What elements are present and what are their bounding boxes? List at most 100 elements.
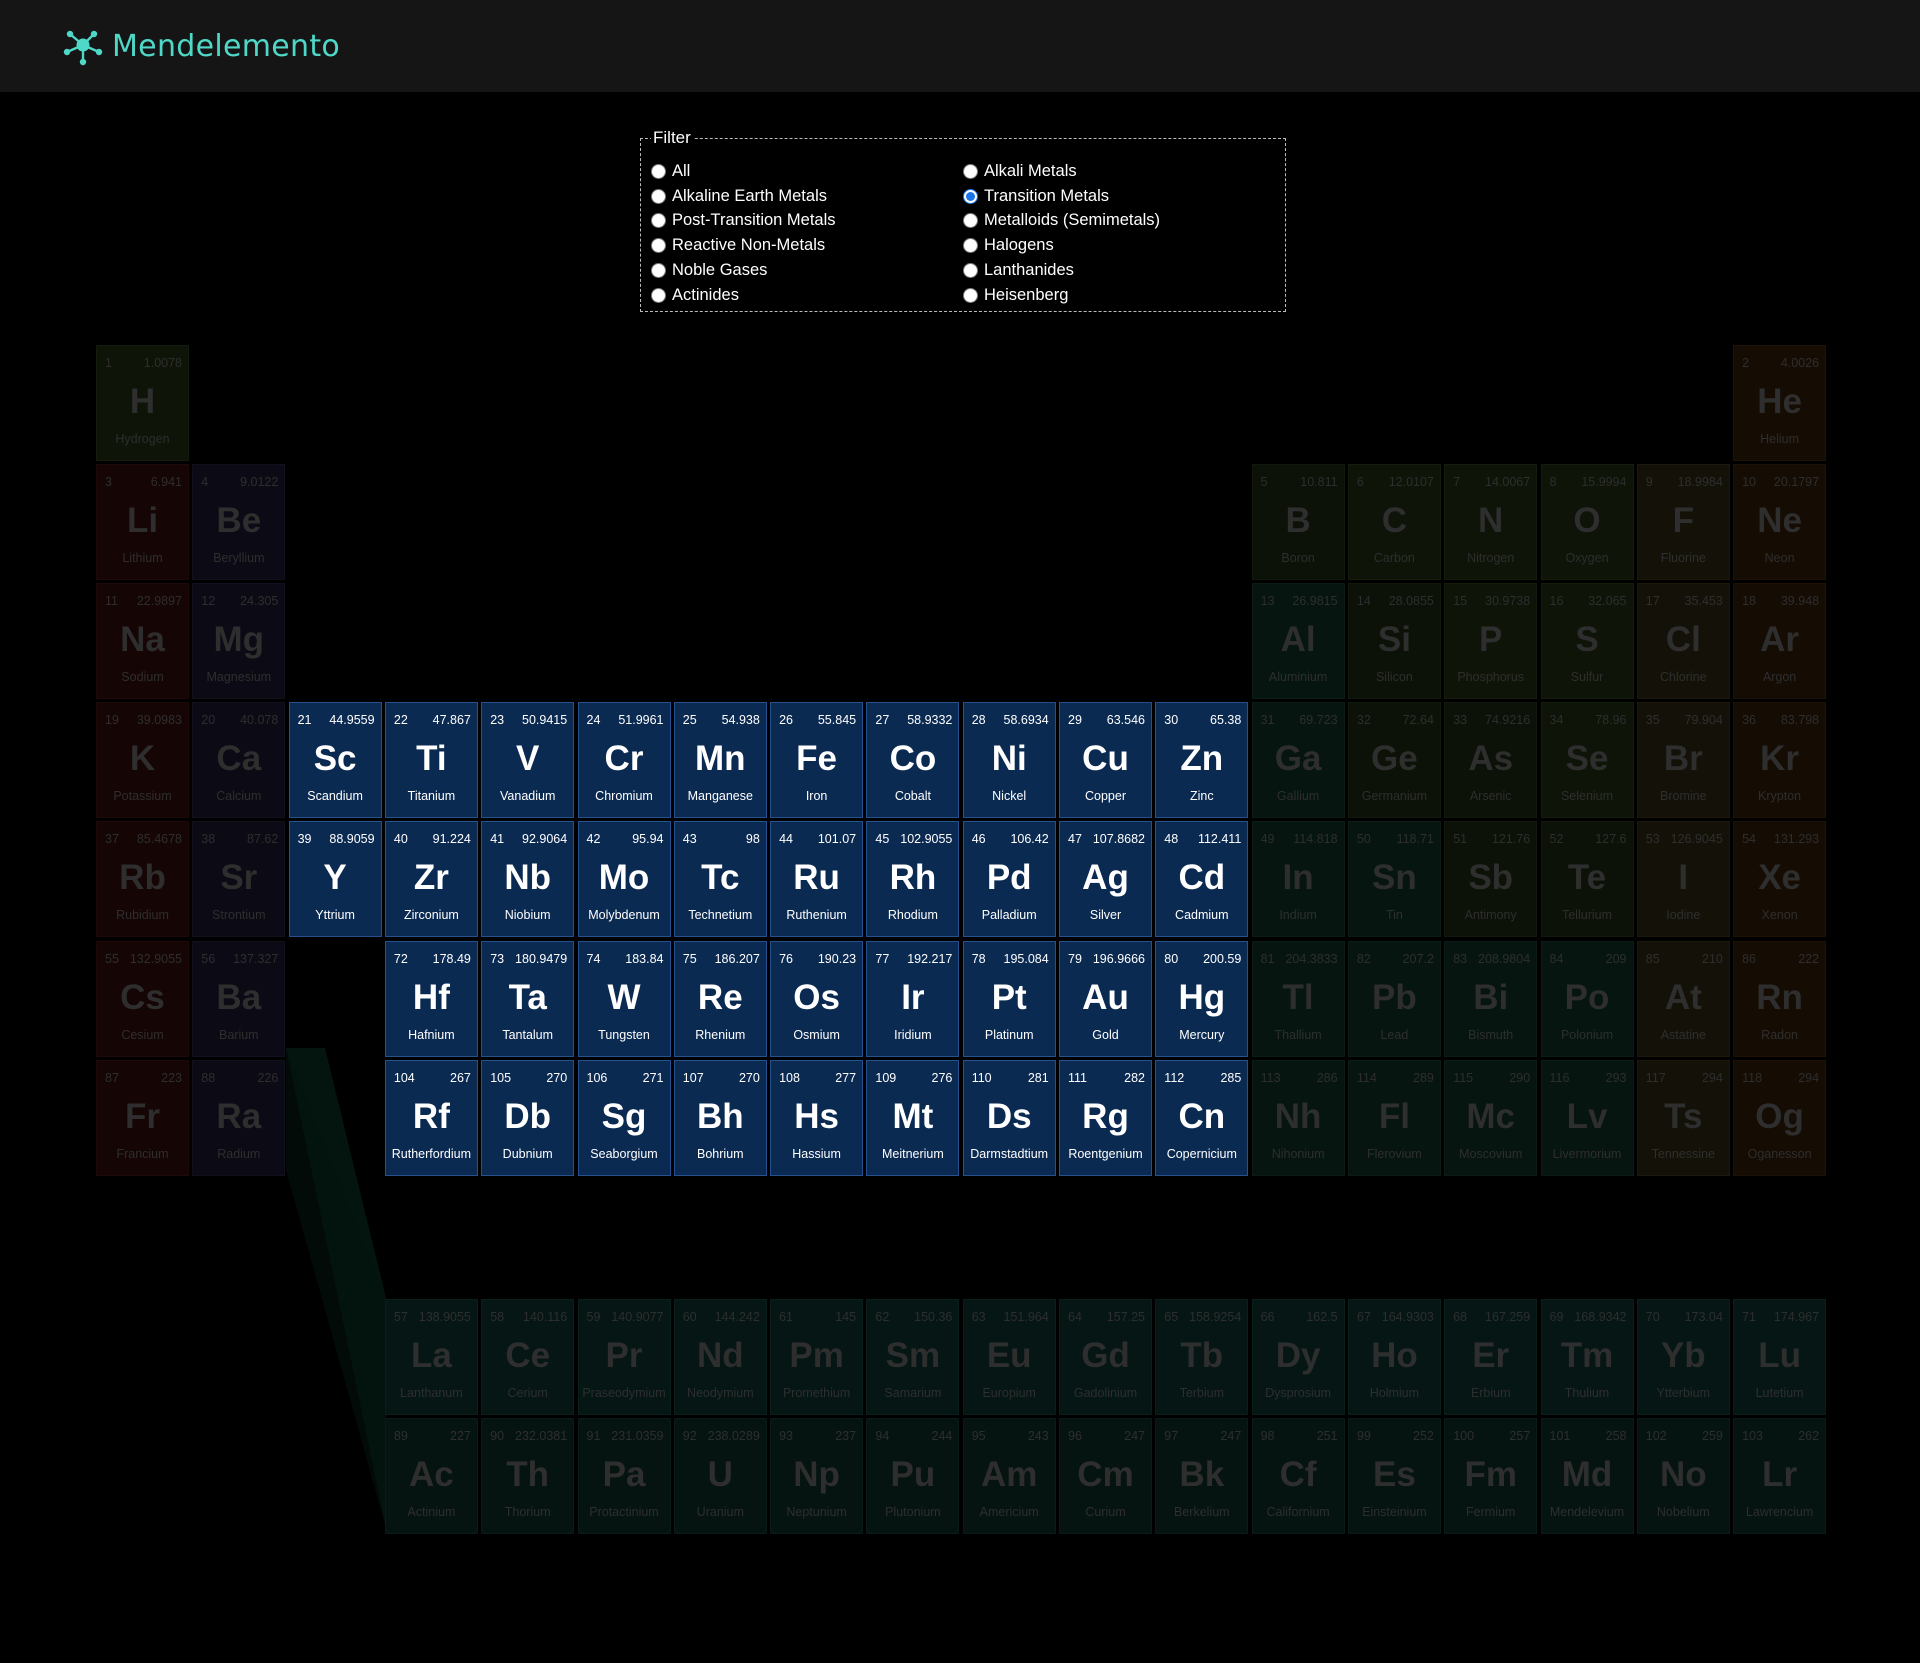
element-cell-oganesson[interactable]: 118 294 Og Oganesson (1733, 1060, 1827, 1176)
element-cell-darmstadtium[interactable]: 110 281 Ds Darmstadtium (962, 1060, 1056, 1176)
element-cell-arsenic[interactable]: 33 74.9216 As Arsenic (1444, 702, 1538, 818)
element-cell-aluminium[interactable]: 13 26.9815 Al Aluminium (1251, 583, 1345, 699)
element-cell-actinium[interactable]: 89 227 Ac Actinium (384, 1418, 478, 1534)
element-cell-copernicium[interactable]: 112 285 Cn Copernicium (1155, 1060, 1249, 1176)
element-cell-lawrencium[interactable]: 103 262 Lr Lawrencium (1733, 1418, 1827, 1534)
element-cell-cadmium[interactable]: 48 112.411 Cd Cadmium (1155, 821, 1249, 937)
element-cell-francium[interactable]: 87 223 Fr Francium (96, 1060, 189, 1176)
element-cell-praseodymium[interactable]: 59 140.9077 Pr Praseodymium (577, 1299, 671, 1415)
element-cell-uranium[interactable]: 92 238.0289 U Uranium (673, 1418, 767, 1534)
element-cell-neon[interactable]: 10 20.1797 Ne Neon (1733, 464, 1827, 580)
element-cell-strontium[interactable]: 38 87.62 Sr Strontium (192, 821, 286, 937)
element-cell-tennessine[interactable]: 117 294 Ts Tennessine (1636, 1060, 1730, 1176)
element-cell-gold[interactable]: 79 196.9666 Au Gold (1059, 941, 1152, 1057)
element-cell-phosphorus[interactable]: 15 30.9738 P Phosphorus (1444, 583, 1538, 699)
element-cell-thallium[interactable]: 81 204.3833 Tl Thallium (1251, 941, 1345, 1057)
element-cell-protactinium[interactable]: 91 231.0359 Pa Protactinium (577, 1418, 671, 1534)
element-cell-samarium[interactable]: 62 150.36 Sm Samarium (866, 1299, 960, 1415)
element-cell-lithium[interactable]: 3 6.941 Li Lithium (96, 464, 189, 580)
element-cell-nitrogen[interactable]: 7 14.0067 N Nitrogen (1444, 464, 1538, 580)
element-cell-niobium[interactable]: 41 92.9064 Nb Niobium (481, 821, 575, 937)
element-cell-gadolinium[interactable]: 64 157.25 Gd Gadolinium (1059, 1299, 1152, 1415)
element-cell-silver[interactable]: 47 107.8682 Ag Silver (1059, 821, 1152, 937)
element-cell-fermium[interactable]: 100 257 Fm Fermium (1444, 1418, 1538, 1534)
element-cell-roentgenium[interactable]: 111 282 Rg Roentgenium (1059, 1060, 1152, 1176)
element-cell-neptunium[interactable]: 93 237 Np Neptunium (770, 1418, 864, 1534)
element-cell-radon[interactable]: 86 222 Rn Radon (1733, 941, 1827, 1057)
element-cell-thulium[interactable]: 69 168.9342 Tm Thulium (1540, 1299, 1634, 1415)
element-cell-potassium[interactable]: 19 39.0983 K Potassium (96, 702, 189, 818)
element-cell-nihonium[interactable]: 113 286 Nh Nihonium (1251, 1060, 1345, 1176)
element-cell-mercury[interactable]: 80 200.59 Hg Mercury (1155, 941, 1249, 1057)
element-cell-rutherfordium[interactable]: 104 267 Rf Rutherfordium (384, 1060, 478, 1176)
element-cell-bromine[interactable]: 35 79.904 Br Bromine (1636, 702, 1730, 818)
element-cell-oxygen[interactable]: 8 15.9994 O Oxygen (1540, 464, 1634, 580)
element-cell-dysprosium[interactable]: 66 162.5 Dy Dysprosium (1251, 1299, 1345, 1415)
element-cell-tellurium[interactable]: 52 127.6 Te Tellurium (1540, 821, 1634, 937)
element-cell-boron[interactable]: 5 10.811 B Boron (1251, 464, 1345, 580)
element-cell-sulfur[interactable]: 16 32.065 S Sulfur (1540, 583, 1634, 699)
element-cell-rubidium[interactable]: 37 85.4678 Rb Rubidium (96, 821, 189, 937)
element-cell-zirconium[interactable]: 40 91.224 Zr Zirconium (384, 821, 478, 937)
element-cell-lanthanum[interactable]: 57 138.9055 La Lanthanum (384, 1299, 478, 1415)
element-cell-iridium[interactable]: 77 192.217 Ir Iridium (866, 941, 960, 1057)
element-cell-chromium[interactable]: 24 51.9961 Cr Chromium (577, 702, 671, 818)
element-cell-germanium[interactable]: 32 72.64 Ge Germanium (1347, 702, 1441, 818)
element-cell-cesium[interactable]: 55 132.9055 Cs Cesium (96, 941, 189, 1057)
element-cell-erbium[interactable]: 68 167.259 Er Erbium (1444, 1299, 1538, 1415)
element-cell-neodymium[interactable]: 60 144.242 Nd Neodymium (673, 1299, 767, 1415)
element-cell-technetium[interactable]: 43 98 Tc Technetium (673, 821, 767, 937)
element-cell-promethium[interactable]: 61 145 Pm Promethium (770, 1299, 864, 1415)
element-cell-moscovium[interactable]: 115 290 Mc Moscovium (1444, 1060, 1538, 1176)
element-cell-zinc[interactable]: 30 65.38 Zn Zinc (1155, 702, 1249, 818)
element-cell-molybdenum[interactable]: 42 95.94 Mo Molybdenum (577, 821, 671, 937)
element-cell-polonium[interactable]: 84 209 Po Polonium (1540, 941, 1634, 1057)
element-cell-tungsten[interactable]: 74 183.84 W Tungsten (577, 941, 671, 1057)
element-cell-meitnerium[interactable]: 109 276 Mt Meitnerium (866, 1060, 960, 1176)
element-cell-yttrium[interactable]: 39 88.9059 Y Yttrium (288, 821, 382, 937)
element-cell-tantalum[interactable]: 73 180.9479 Ta Tantalum (481, 941, 575, 1057)
element-cell-berkelium[interactable]: 97 247 Bk Berkelium (1155, 1418, 1249, 1534)
element-cell-americium[interactable]: 95 243 Am Americium (962, 1418, 1056, 1534)
element-cell-ytterbium[interactable]: 70 173.04 Yb Ytterbium (1636, 1299, 1730, 1415)
element-cell-hafnium[interactable]: 72 178.49 Hf Hafnium (384, 941, 478, 1057)
element-cell-calcium[interactable]: 20 40.078 Ca Calcium (192, 702, 286, 818)
element-cell-vanadium[interactable]: 23 50.9415 V Vanadium (481, 702, 575, 818)
element-cell-curium[interactable]: 96 247 Cm Curium (1059, 1418, 1152, 1534)
element-cell-iron[interactable]: 26 55.845 Fe Iron (770, 702, 864, 818)
element-cell-xenon[interactable]: 54 131.293 Xe Xenon (1733, 821, 1827, 937)
element-cell-holmium[interactable]: 67 164.9303 Ho Holmium (1347, 1299, 1441, 1415)
element-cell-dubnium[interactable]: 105 270 Db Dubnium (481, 1060, 575, 1176)
element-cell-iodine[interactable]: 53 126.9045 I Iodine (1636, 821, 1730, 937)
element-cell-lutetium[interactable]: 71 174.967 Lu Lutetium (1733, 1299, 1827, 1415)
element-cell-plutonium[interactable]: 94 244 Pu Plutonium (866, 1418, 960, 1534)
element-cell-scandium[interactable]: 21 44.9559 Sc Scandium (288, 702, 382, 818)
element-cell-lead[interactable]: 82 207.2 Pb Lead (1347, 941, 1441, 1057)
element-cell-osmium[interactable]: 76 190.23 Os Osmium (770, 941, 864, 1057)
element-cell-chlorine[interactable]: 17 35.453 Cl Chlorine (1636, 583, 1730, 699)
element-cell-nickel[interactable]: 28 58.6934 Ni Nickel (962, 702, 1056, 818)
element-cell-thorium[interactable]: 90 232.0381 Th Thorium (481, 1418, 575, 1534)
element-cell-platinum[interactable]: 78 195.084 Pt Platinum (962, 941, 1056, 1057)
element-cell-astatine[interactable]: 85 210 At Astatine (1636, 941, 1730, 1057)
element-cell-radium[interactable]: 88 226 Ra Radium (192, 1060, 286, 1176)
element-cell-bohrium[interactable]: 107 270 Bh Bohrium (673, 1060, 767, 1176)
element-cell-titanium[interactable]: 22 47.867 Ti Titanium (384, 702, 478, 818)
element-cell-tin[interactable]: 50 118.71 Sn Tin (1347, 821, 1441, 937)
element-cell-copper[interactable]: 29 63.546 Cu Copper (1059, 702, 1152, 818)
element-cell-flerovium[interactable]: 114 289 Fl Flerovium (1347, 1060, 1441, 1176)
element-cell-hydrogen[interactable]: 1 1.0078 H Hydrogen (96, 345, 189, 461)
element-cell-argon[interactable]: 18 39.948 Ar Argon (1733, 583, 1827, 699)
element-cell-californium[interactable]: 98 251 Cf Californium (1251, 1418, 1345, 1534)
element-cell-cerium[interactable]: 58 140.116 Ce Cerium (481, 1299, 575, 1415)
element-cell-hassium[interactable]: 108 277 Hs Hassium (770, 1060, 864, 1176)
element-cell-cobalt[interactable]: 27 58.9332 Co Cobalt (866, 702, 960, 818)
element-cell-indium[interactable]: 49 114.818 In Indium (1251, 821, 1345, 937)
element-cell-nobelium[interactable]: 102 259 No Nobelium (1636, 1418, 1730, 1534)
element-cell-silicon[interactable]: 14 28.0855 Si Silicon (1347, 583, 1441, 699)
element-cell-ruthenium[interactable]: 44 101.07 Ru Ruthenium (770, 821, 864, 937)
element-cell-europium[interactable]: 63 151.964 Eu Europium (962, 1299, 1056, 1415)
element-cell-mendelevium[interactable]: 101 258 Md Mendelevium (1540, 1418, 1634, 1534)
element-cell-seaborgium[interactable]: 106 271 Sg Seaborgium (577, 1060, 671, 1176)
element-cell-bismuth[interactable]: 83 208.9804 Bi Bismuth (1444, 941, 1538, 1057)
